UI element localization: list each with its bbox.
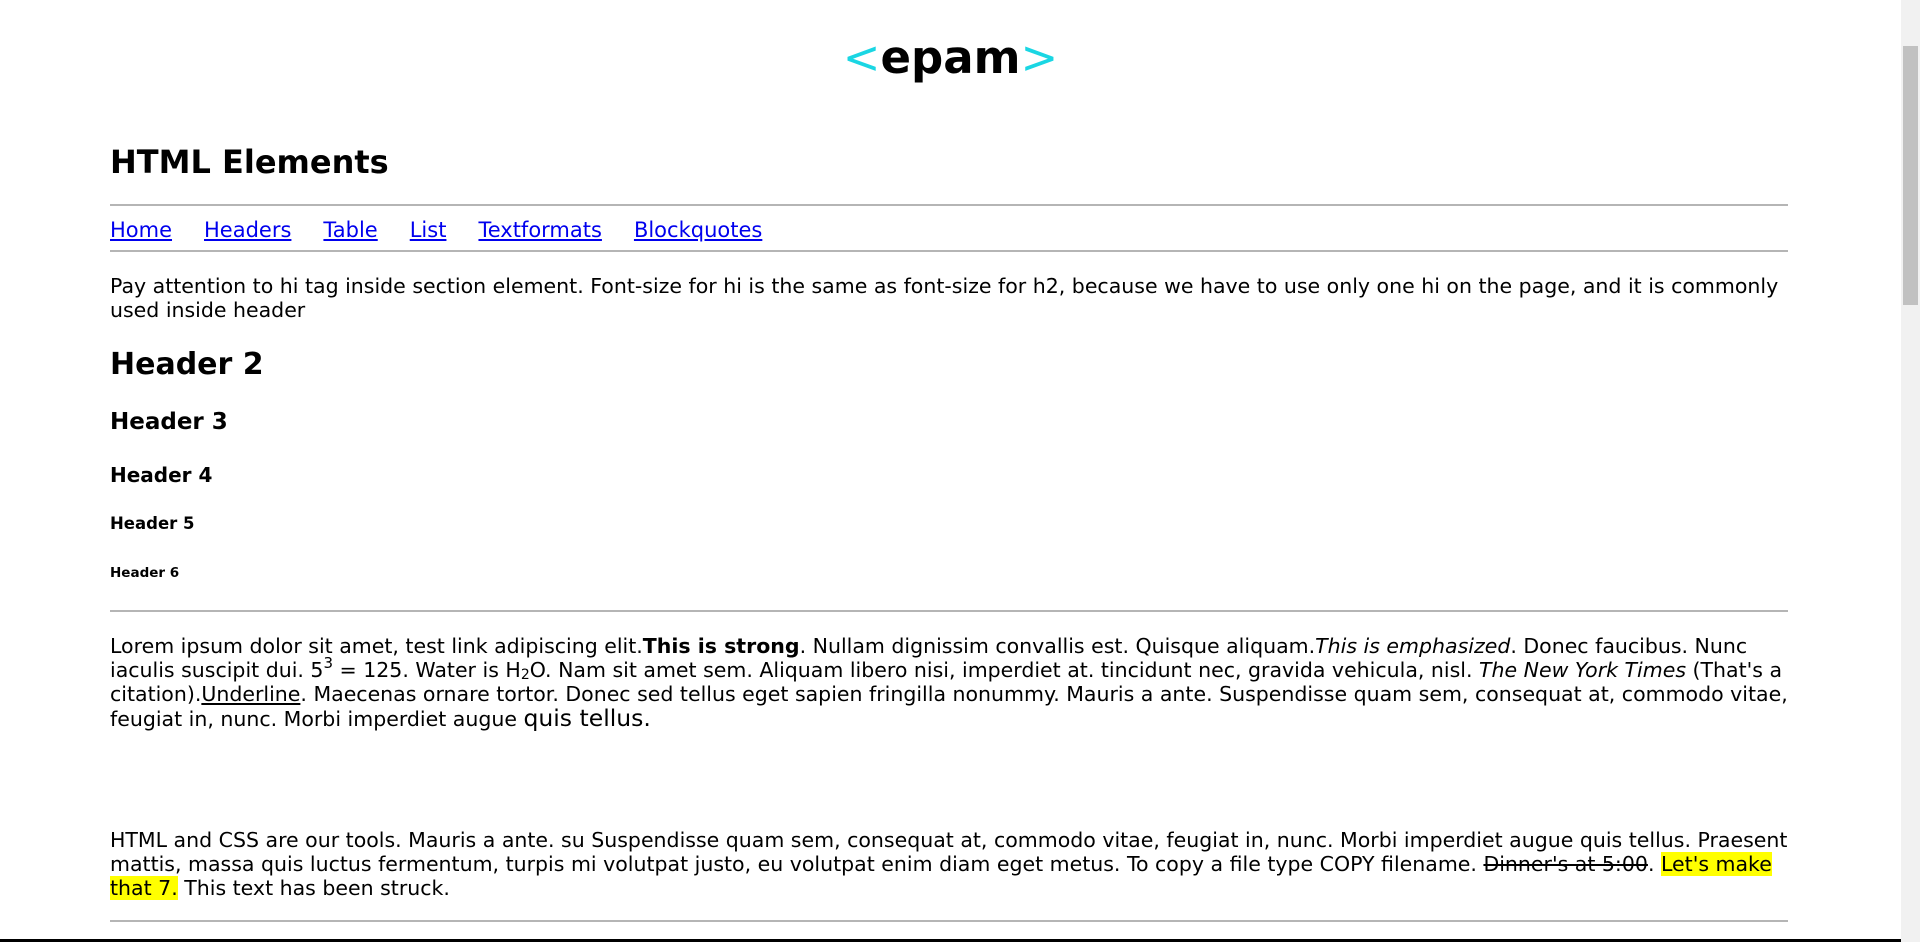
main-nav: Home Headers Table List Textformats Bloc… xyxy=(110,216,794,244)
scrollbar-thumb[interactable] xyxy=(1903,46,1918,305)
header-4: Header 4 xyxy=(110,463,213,487)
p2-text: This text has been struck. xyxy=(177,876,450,900)
epam-logo[interactable]: <epam> xyxy=(0,30,1901,86)
header-2: Header 2 xyxy=(110,347,264,382)
p2-text: . xyxy=(1647,852,1661,876)
subscript: 2 xyxy=(520,667,530,683)
deleted-text: Dinner's at 5:00 xyxy=(1483,852,1648,876)
vertical-scrollbar[interactable] xyxy=(1901,0,1920,942)
nav-link-headers[interactable]: Headers xyxy=(204,216,291,244)
header-3: Header 3 xyxy=(110,409,228,435)
p1-text: Lorem ipsum dolor sit amet, test link ad… xyxy=(110,634,643,658)
underlined-text: Underline xyxy=(201,682,301,706)
page-viewport: <epam> HTML Elements Home Headers Table … xyxy=(0,0,1901,942)
intro-paragraph: Pay attention to hi tag inside section e… xyxy=(110,274,1779,322)
header-5: Header 5 xyxy=(110,514,195,533)
emphasized-text: This is emphasized xyxy=(1315,634,1511,658)
text-bottom-divider xyxy=(110,920,1788,922)
strong-text: This is strong xyxy=(642,634,800,658)
p1-text: = 125. Water is H xyxy=(333,658,521,682)
superscript: 3 xyxy=(323,654,334,672)
nav-link-home[interactable]: Home xyxy=(110,216,172,244)
header-6: Header 6 xyxy=(110,565,180,581)
nav-link-list[interactable]: List xyxy=(410,216,447,244)
big-text: quis tellus. xyxy=(523,704,651,732)
nav-link-table[interactable]: Table xyxy=(323,216,377,244)
nav-top-divider xyxy=(110,204,1788,206)
p1-text: . Maecenas ornare tortor. Donec sed tell… xyxy=(110,682,1788,731)
tools-paragraph: HTML and CSS are our tools. Mauris a ant… xyxy=(110,828,1788,900)
p1-text: O. Nam sit amet sem. Aliquam libero nisi… xyxy=(529,658,1480,682)
headers-bottom-divider xyxy=(110,610,1788,612)
logo-close-bracket: > xyxy=(1020,31,1059,84)
nav-link-blockquotes[interactable]: Blockquotes xyxy=(634,216,762,244)
logo-open-bracket: < xyxy=(842,31,881,84)
page-title: HTML Elements xyxy=(110,143,389,181)
text-formats-paragraph: Lorem ipsum dolor sit amet, test link ad… xyxy=(110,634,1788,731)
nav-link-textformats[interactable]: Textformats xyxy=(478,216,601,244)
logo-word: epam xyxy=(880,31,1021,84)
nav-bottom-divider xyxy=(110,250,1788,252)
citation: The New York Times xyxy=(1479,658,1687,682)
p1-text: . Nullam dignissim convallis est. Quisqu… xyxy=(799,634,1316,658)
